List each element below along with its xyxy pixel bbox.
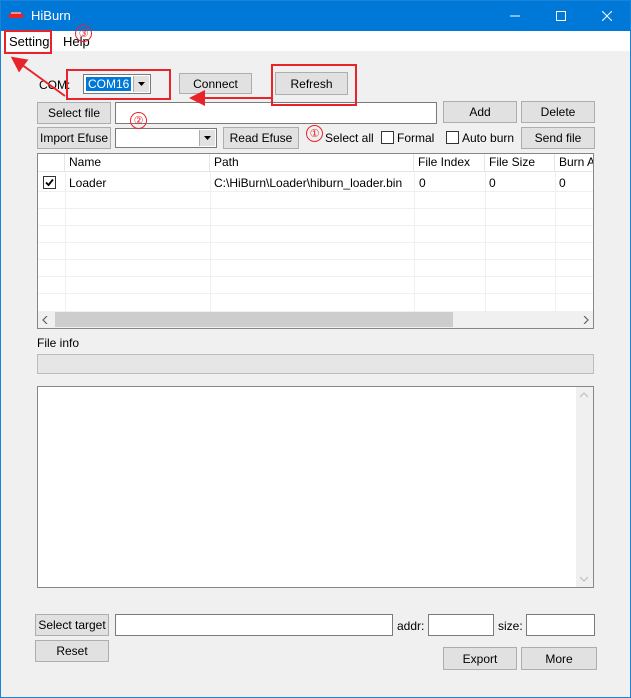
export-button[interactable]: Export xyxy=(443,647,517,670)
add-button[interactable]: Add xyxy=(443,101,517,123)
delete-button[interactable]: Delete xyxy=(521,101,595,123)
size-label: size: xyxy=(498,619,523,633)
size-input[interactable] xyxy=(526,614,595,636)
column-header-burn-addr[interactable]: Burn A xyxy=(555,154,593,172)
scroll-right-icon[interactable] xyxy=(583,316,589,324)
efuse-select[interactable] xyxy=(115,128,217,148)
column-header-file-size[interactable]: File Size xyxy=(485,154,555,172)
select-all-label[interactable]: Select all xyxy=(325,131,374,145)
row-file-size: 0 xyxy=(489,176,496,190)
auto-burn-label: Auto burn xyxy=(462,131,515,145)
annotation-box-com xyxy=(66,69,171,100)
row-path: C:\HiBurn\Loader\hiburn_loader.bin xyxy=(214,176,403,190)
more-button[interactable]: More xyxy=(521,647,597,670)
maximize-button[interactable] xyxy=(538,1,584,31)
addr-input[interactable] xyxy=(428,614,494,636)
formal-label: Formal xyxy=(397,131,435,145)
row-file-index: 0 xyxy=(419,176,426,190)
formal-checkbox[interactable] xyxy=(381,131,394,144)
auto-burn-checkbox[interactable] xyxy=(446,131,459,144)
column-header-file-index[interactable]: File Index xyxy=(414,154,485,172)
connect-button[interactable]: Connect xyxy=(179,73,252,94)
import-efuse-button[interactable]: Import Efuse xyxy=(37,127,111,149)
scroll-down-icon[interactable] xyxy=(580,576,588,582)
addr-label: addr: xyxy=(397,619,425,633)
row-burn-addr: 0 xyxy=(559,176,566,190)
app-icon xyxy=(9,12,23,18)
annotation-box-setting xyxy=(4,30,52,54)
select-file-button[interactable]: Select file xyxy=(37,102,111,124)
scroll-left-icon[interactable] xyxy=(42,316,48,324)
column-header-path[interactable]: Path xyxy=(210,154,414,172)
target-path-input[interactable] xyxy=(115,614,393,636)
close-icon xyxy=(602,11,612,21)
select-target-button[interactable]: Select target xyxy=(35,614,109,636)
send-file-button[interactable]: Send file xyxy=(521,127,595,149)
column-header-check[interactable] xyxy=(38,154,65,172)
chevron-down-icon[interactable] xyxy=(199,130,215,146)
row-checkbox[interactable] xyxy=(43,176,56,189)
read-efuse-button[interactable]: Read Efuse xyxy=(223,127,299,149)
log-output[interactable] xyxy=(37,386,594,588)
file-info-label: File info xyxy=(37,336,80,350)
hiburn-window: HiBurn Setting Help COM: COM16 Connect R… xyxy=(0,0,631,698)
minimize-button[interactable] xyxy=(492,1,538,31)
vertical-scrollbar[interactable] xyxy=(576,387,593,587)
file-list[interactable]: Name Path File Index File Size Burn A Lo… xyxy=(37,153,594,329)
annotation-step-3: ③ xyxy=(75,25,92,42)
row-name: Loader xyxy=(69,176,107,190)
menu-bar: Setting Help xyxy=(1,31,630,51)
checkmark-icon xyxy=(45,178,54,187)
window-title: HiBurn xyxy=(31,8,71,23)
close-button[interactable] xyxy=(584,1,630,31)
reset-button[interactable]: Reset xyxy=(35,640,109,662)
horizontal-scrollbar[interactable] xyxy=(38,311,593,328)
annotation-box-refresh xyxy=(271,64,357,106)
annotation-step-2: ② xyxy=(130,112,147,129)
horizontal-scroll-thumb[interactable] xyxy=(55,312,453,327)
minimize-icon xyxy=(510,15,520,17)
annotation-step-1: ① xyxy=(306,125,323,142)
maximize-icon xyxy=(556,11,566,21)
column-header-name[interactable]: Name xyxy=(65,154,210,172)
progress-bar xyxy=(37,354,594,374)
scroll-up-icon[interactable] xyxy=(580,392,588,398)
title-bar[interactable]: HiBurn xyxy=(1,1,630,31)
